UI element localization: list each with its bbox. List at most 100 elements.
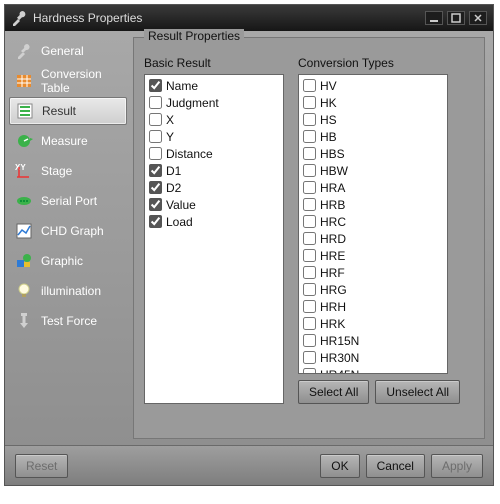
- conversion-type-checkbox[interactable]: [303, 317, 316, 330]
- basic-result-checkbox[interactable]: [149, 198, 162, 211]
- conversion-type-item[interactable]: HRF: [301, 264, 445, 281]
- reset-button[interactable]: Reset: [15, 454, 68, 478]
- sidebar-item-measure[interactable]: Measure: [9, 127, 127, 155]
- conversion-type-item[interactable]: HRC: [301, 213, 445, 230]
- maximize-button[interactable]: [447, 11, 465, 25]
- conversion-type-item[interactable]: HRG: [301, 281, 445, 298]
- basic-result-item[interactable]: D1: [147, 162, 281, 179]
- sidebar-item-illum[interactable]: illumination: [9, 277, 127, 305]
- conversion-type-item[interactable]: HR45N: [301, 366, 445, 374]
- basic-result-checkbox[interactable]: [149, 113, 162, 126]
- xy-icon: XY: [15, 162, 33, 180]
- basic-result-item[interactable]: Y: [147, 128, 281, 145]
- basic-result-checkbox[interactable]: [149, 147, 162, 160]
- conversion-type-item[interactable]: HRE: [301, 247, 445, 264]
- cancel-button[interactable]: Cancel: [366, 454, 425, 478]
- conversion-type-checkbox[interactable]: [303, 164, 316, 177]
- force-icon: [15, 312, 33, 330]
- basic-result-item[interactable]: X: [147, 111, 281, 128]
- conversion-type-checkbox[interactable]: [303, 113, 316, 126]
- conversion-type-checkbox[interactable]: [303, 147, 316, 160]
- conversion-type-item[interactable]: HRK: [301, 315, 445, 332]
- basic-result-item-label: Distance: [166, 147, 213, 161]
- conversion-type-item[interactable]: HBW: [301, 162, 445, 179]
- conversion-type-item[interactable]: HR15N: [301, 332, 445, 349]
- conversion-type-checkbox[interactable]: [303, 300, 316, 313]
- basic-result-item-label: D2: [166, 181, 181, 195]
- conversion-type-label: HRH: [320, 300, 346, 314]
- basic-result-item[interactable]: Distance: [147, 145, 281, 162]
- conversion-type-item[interactable]: HRH: [301, 298, 445, 315]
- sidebar-item-result[interactable]: Result: [9, 97, 127, 125]
- conversion-type-label: HK: [320, 96, 337, 110]
- basic-result-checkbox[interactable]: [149, 164, 162, 177]
- group-title: Result Properties: [144, 29, 244, 43]
- conversion-type-checkbox[interactable]: [303, 334, 316, 347]
- conversion-type-label: HRK: [320, 317, 345, 331]
- conversion-type-item[interactable]: HBS: [301, 145, 445, 162]
- basic-result-item[interactable]: Load: [147, 213, 281, 230]
- basic-result-listbox[interactable]: NameJudgmentXY DistanceD1 D2Value Load: [144, 74, 284, 404]
- basic-result-item-label: Name: [166, 79, 198, 93]
- dialog-window: Hardness Properties GeneralConversion Ta…: [4, 4, 494, 486]
- select-all-button[interactable]: Select All: [298, 380, 369, 404]
- sidebar-item-label: Stage: [41, 164, 72, 178]
- conversion-type-item[interactable]: HK: [301, 94, 445, 111]
- conversion-types-listbox[interactable]: HV HKHSHBHBSHBWHRAHRBHRC HRDHREHRFHRG HRH HR…: [298, 74, 448, 374]
- conversion-type-checkbox[interactable]: [303, 215, 316, 228]
- conversion-type-item[interactable]: HRD: [301, 230, 445, 247]
- conversion-type-item[interactable]: HB: [301, 128, 445, 145]
- conversion-type-checkbox[interactable]: [303, 351, 316, 364]
- conversion-type-item[interactable]: HRB: [301, 196, 445, 213]
- basic-result-checkbox[interactable]: [149, 96, 162, 109]
- minimize-button[interactable]: [425, 11, 443, 25]
- sidebar-item-general[interactable]: General: [9, 37, 127, 65]
- unselect-all-button[interactable]: Unselect All: [375, 380, 460, 404]
- conversion-type-checkbox[interactable]: [303, 266, 316, 279]
- conversion-type-checkbox[interactable]: [303, 283, 316, 296]
- sidebar-item-label: Measure: [41, 134, 88, 148]
- conversion-type-item[interactable]: HR30N: [301, 349, 445, 366]
- shapes-icon: [15, 252, 33, 270]
- conversion-type-checkbox[interactable]: [303, 130, 316, 143]
- basic-result-item[interactable]: D2: [147, 179, 281, 196]
- basic-result-checkbox[interactable]: [149, 181, 162, 194]
- basic-result-item-label: Load: [166, 215, 193, 229]
- conversion-type-checkbox[interactable]: [303, 79, 316, 92]
- sidebar-item-label: illumination: [41, 284, 101, 298]
- basic-result-column: Basic Result NameJudgmentXYDistanceD1D2V…: [144, 56, 284, 428]
- basic-result-item[interactable]: Judgment: [147, 94, 281, 111]
- basic-result-checkbox[interactable]: [149, 215, 162, 228]
- apply-button[interactable]: Apply: [431, 454, 483, 478]
- sidebar-item-chd[interactable]: CHD Graph: [9, 217, 127, 245]
- basic-result-checkbox[interactable]: [149, 79, 162, 92]
- conversion-types-label: Conversion Types: [298, 56, 460, 70]
- conversion-type-checkbox[interactable]: [303, 368, 316, 374]
- conversion-type-label: HR30N: [320, 351, 359, 365]
- conversion-type-label: HR15N: [320, 334, 359, 348]
- sidebar-item-label: Result: [42, 104, 76, 118]
- conversion-type-label: HV: [320, 79, 337, 93]
- conversion-type-checkbox[interactable]: [303, 249, 316, 262]
- basic-result-item[interactable]: Value: [147, 196, 281, 213]
- conversion-buttons: Select All Unselect All: [298, 380, 460, 404]
- sidebar-item-conversion[interactable]: Conversion Table: [9, 67, 127, 95]
- conversion-type-checkbox[interactable]: [303, 198, 316, 211]
- conversion-type-checkbox[interactable]: [303, 96, 316, 109]
- conversion-type-item[interactable]: HS: [301, 111, 445, 128]
- basic-result-item[interactable]: Name: [147, 77, 281, 94]
- basic-result-checkbox[interactable]: [149, 130, 162, 143]
- sidebar-item-stage[interactable]: XY Stage: [9, 157, 127, 185]
- sidebar-item-label: Test Force: [41, 314, 97, 328]
- conversion-type-item[interactable]: HRA: [301, 179, 445, 196]
- sidebar-item-graphic[interactable]: Graphic: [9, 247, 127, 275]
- conversion-type-item[interactable]: HV: [301, 77, 445, 94]
- conversion-type-checkbox[interactable]: [303, 181, 316, 194]
- basic-result-item-label: Y: [166, 130, 174, 144]
- close-button[interactable]: [469, 11, 487, 25]
- sidebar-item-force[interactable]: Test Force: [9, 307, 127, 335]
- sidebar-item-serial[interactable]: Serial Port: [9, 187, 127, 215]
- conversion-type-checkbox[interactable]: [303, 232, 316, 245]
- ok-button[interactable]: OK: [320, 454, 359, 478]
- conversion-type-label: HRD: [320, 232, 346, 246]
